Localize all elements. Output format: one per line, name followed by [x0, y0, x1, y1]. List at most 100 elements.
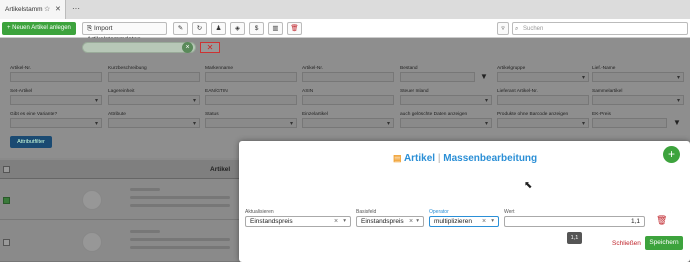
filter-icon[interactable]: ▼ — [673, 118, 681, 127]
filter-label: Attribute — [108, 112, 126, 117]
user-button[interactable]: ♟ — [211, 22, 226, 35]
filter-field[interactable] — [10, 72, 102, 82]
close-button[interactable]: Schließen — [612, 240, 641, 247]
refresh-icon: ↻ — [196, 25, 203, 32]
basisfeld-select[interactable]: Einstandspreis × ▾ — [356, 216, 424, 227]
filter-select[interactable] — [592, 95, 684, 105]
filter-label: Lagereinheit — [108, 89, 135, 94]
filter-label: Einzelartikel — [302, 112, 328, 117]
blurred-text — [130, 230, 160, 233]
filter-label: Steuer Inland — [400, 89, 429, 94]
clear-filters-button[interactable]: ✕ — [200, 42, 220, 53]
user-icon: ♟ — [215, 25, 222, 32]
filter-label: Set-Artikel — [10, 89, 33, 94]
filter-field[interactable] — [497, 95, 589, 105]
filter-select[interactable] — [400, 95, 492, 105]
close-icon[interactable]: ✕ — [55, 5, 61, 13]
row-checkbox[interactable] — [3, 239, 10, 246]
basisfeld-value: Einstandspreis — [361, 218, 404, 225]
tab-artikelstamm[interactable]: Artikelstamm ☆ ✕ — [0, 0, 66, 19]
filter-select[interactable] — [10, 118, 102, 128]
chevron-down-icon: ▾ — [343, 218, 346, 224]
filter-label: Produkte ohne Barcode anzeigen — [497, 112, 569, 117]
filter-label: Artikel-Nr. — [302, 66, 324, 71]
barcode-button[interactable]: ▥ — [268, 22, 283, 35]
filter-select[interactable] — [497, 72, 589, 82]
filter-icon[interactable]: ▼ — [480, 72, 488, 81]
filter-select[interactable] — [108, 95, 200, 105]
refresh-button[interactable]: ↻ — [192, 22, 207, 35]
operator-value: multiplizieren — [434, 218, 472, 225]
filter-label: EK-Preis — [592, 112, 611, 117]
trash-icon[interactable]: 🗑 — [656, 215, 667, 226]
filter-label: Sammelartikel — [592, 89, 623, 94]
import-button[interactable]: ⎘ Import Artikelstammdaten — [82, 22, 167, 43]
tab-bar — [0, 0, 690, 19]
new-article-button[interactable]: + Neuen Artikel anlegen — [2, 22, 76, 35]
blurred-text — [130, 246, 230, 249]
filter-select[interactable] — [205, 118, 297, 128]
filter-label: Artikelgruppe — [497, 66, 526, 71]
filter-field[interactable] — [205, 95, 297, 105]
filter-icon: ▿ — [501, 25, 505, 32]
delete-button[interactable]: 🗑 — [287, 22, 302, 35]
filter-label: Kurzbeschreibung — [108, 66, 147, 71]
add-row-button[interactable]: + — [663, 146, 680, 163]
wert-label: Wert — [504, 209, 515, 215]
import-icon: ⎘ — [87, 25, 93, 32]
filter-label: ASIN — [302, 89, 314, 94]
blurred-text — [130, 204, 230, 207]
chevron-down-icon: ▾ — [491, 218, 494, 224]
filter-field[interactable] — [302, 95, 394, 105]
filter-field[interactable] — [205, 72, 297, 82]
clear-icon[interactable]: × — [409, 217, 413, 226]
filter-label: Lief.-Name — [592, 66, 616, 71]
filter-select[interactable] — [400, 118, 492, 128]
aktualisieren-select[interactable]: Einstandspreis × ▾ — [245, 216, 351, 227]
modal-title-prefix: Artikel — [403, 153, 436, 164]
star-icon[interactable]: ☆ — [44, 5, 50, 13]
value-tooltip: 1,1 — [567, 232, 582, 244]
filter-select[interactable] — [302, 118, 394, 128]
blurred-text — [130, 188, 160, 191]
title-separator: | — [437, 153, 441, 164]
edit-button[interactable]: ✎ — [173, 22, 188, 35]
box-icon: ▤ — [393, 153, 402, 163]
modal-title: ▤ Artikel | Massenbearbeitung — [393, 153, 537, 164]
save-button[interactable]: Speichern — [645, 236, 683, 250]
filter-select[interactable] — [592, 72, 684, 82]
product-thumbnail — [82, 232, 102, 252]
clear-icon[interactable]: × — [334, 217, 338, 226]
filter-label: Status — [205, 112, 219, 117]
filter-label: Markenname — [205, 66, 233, 71]
more-tabs-button[interactable]: ··· — [72, 4, 80, 13]
filter-field[interactable] — [400, 72, 475, 82]
chip-remove-icon[interactable]: × — [182, 42, 193, 53]
filter-select[interactable] — [497, 118, 589, 128]
tab-label: Artikelstamm — [5, 6, 43, 13]
search-placeholder: Suchen — [523, 26, 544, 32]
filter-select[interactable] — [108, 118, 200, 128]
filter-label: Lieferant Artikel-Nr. — [497, 89, 538, 94]
clear-icon[interactable]: × — [482, 217, 486, 226]
search-options-button[interactable]: ▿ — [497, 22, 509, 35]
filter-field[interactable] — [108, 72, 200, 82]
filter-select[interactable] — [10, 95, 102, 105]
active-filter-chip[interactable] — [82, 42, 196, 53]
filter-field[interactable] — [302, 72, 394, 82]
operator-select[interactable]: multiplizieren × ▾ — [429, 216, 499, 227]
wert-input[interactable]: 1,1 — [504, 216, 645, 227]
filter-label: Artikel-Nr. — [10, 66, 32, 71]
filter-field[interactable] — [592, 118, 667, 128]
attribute-filter-button[interactable]: Attributfilter — [10, 136, 52, 148]
filter-label: EAN/GTIN — [205, 89, 228, 94]
select-all-checkbox[interactable] — [3, 166, 10, 173]
blurred-text — [130, 238, 230, 241]
tag-button[interactable]: ◈ — [230, 22, 245, 35]
row-checkbox[interactable] — [3, 197, 10, 204]
price-button[interactable]: $ — [249, 22, 264, 35]
search-input[interactable]: ⌕ Suchen — [512, 22, 688, 35]
filter-label: Bestand — [400, 66, 418, 71]
mouse-cursor-icon: ⬉ — [524, 180, 533, 191]
tag-icon: ◈ — [235, 25, 240, 32]
